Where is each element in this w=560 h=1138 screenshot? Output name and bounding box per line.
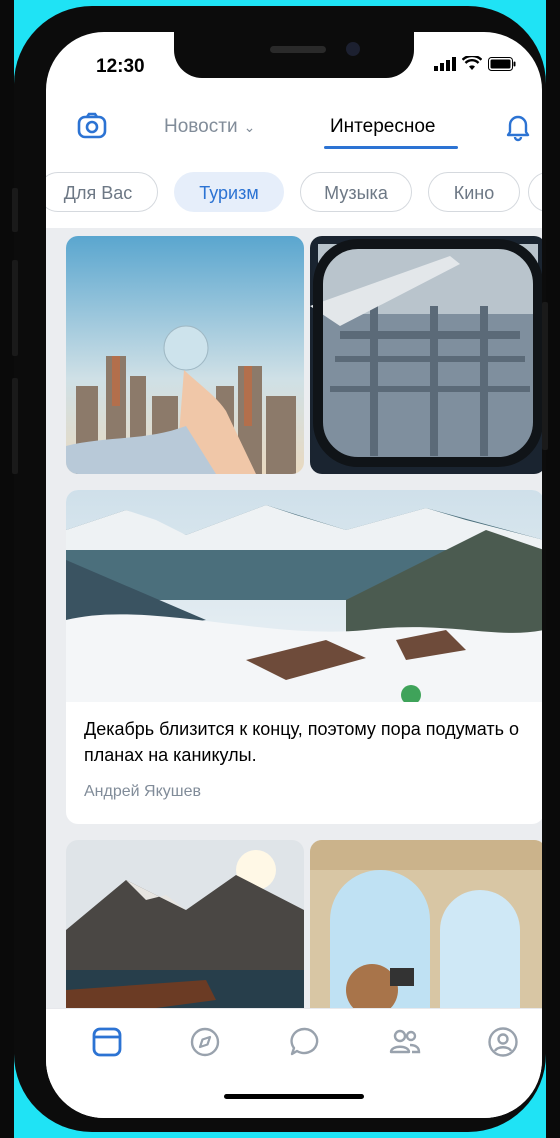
app-screen: 12:30 Новости ⌄ Интересное Для Вас Туриз…	[46, 32, 542, 1118]
chip-more[interactable]: А	[528, 172, 542, 212]
speaker	[270, 46, 326, 53]
chip-cinema[interactable]: Кино	[428, 172, 520, 212]
tab-news-label: Новости	[164, 116, 238, 137]
top-header: Новости ⌄ Интересное	[46, 96, 542, 152]
wifi-icon	[462, 56, 482, 70]
post-author[interactable]: Андрей Якушев	[84, 783, 201, 801]
phone-volume-down	[12, 378, 18, 474]
tab-interesting-label: Интересное	[330, 116, 436, 137]
status-time: 12:30	[96, 56, 145, 77]
photo-airplane-window[interactable]	[310, 236, 542, 474]
cellular-signal-icon	[434, 56, 456, 71]
photo-snowy-mountains	[66, 490, 542, 705]
friends-icon[interactable]	[388, 1025, 422, 1059]
phone-volume-up	[12, 260, 18, 356]
post-text: Декабрь близится к концу, поэтому пора п…	[84, 719, 519, 765]
photo-lake-mountains[interactable]	[66, 840, 304, 1008]
status-icons	[434, 56, 516, 71]
notch	[174, 32, 414, 78]
category-chips: Для Вас Туризм Музыка Кино А	[46, 172, 542, 216]
compass-icon[interactable]	[188, 1025, 222, 1059]
chip-music[interactable]: Музыка	[300, 172, 412, 212]
feed: Декабрь близится к концу, поэтому пора п…	[46, 228, 542, 1008]
bg-stripe-right	[546, 0, 560, 1138]
messages-icon[interactable]	[288, 1025, 322, 1059]
bell-icon[interactable]	[502, 110, 534, 142]
phone-side-button	[12, 188, 18, 232]
battery-icon	[488, 56, 516, 71]
active-tab-indicator	[324, 146, 458, 149]
tab-news[interactable]: Новости ⌄	[164, 116, 255, 138]
phone-power-button	[542, 302, 548, 450]
profile-icon[interactable]	[486, 1025, 520, 1059]
front-camera	[346, 42, 360, 56]
news-icon[interactable]	[90, 1025, 124, 1059]
bg-stripe-left	[0, 0, 14, 1138]
chip-for-you[interactable]: Для Вас	[46, 172, 158, 212]
photo-city-crystal-ball[interactable]	[66, 236, 304, 474]
chip-tourism[interactable]: Туризм	[174, 172, 284, 212]
photo-stone-arches[interactable]	[310, 840, 542, 1008]
chevron-down-icon: ⌄	[243, 119, 256, 135]
post-card[interactable]: Декабрь близится к концу, поэтому пора п…	[66, 490, 542, 824]
camera-icon[interactable]	[76, 110, 108, 142]
phone-frame: 12:30 Новости ⌄ Интересное Для Вас Туриз…	[12, 6, 548, 1132]
tab-interesting[interactable]: Интересное	[330, 116, 435, 138]
bottom-tab-bar	[46, 1008, 542, 1118]
home-indicator[interactable]	[224, 1094, 364, 1099]
